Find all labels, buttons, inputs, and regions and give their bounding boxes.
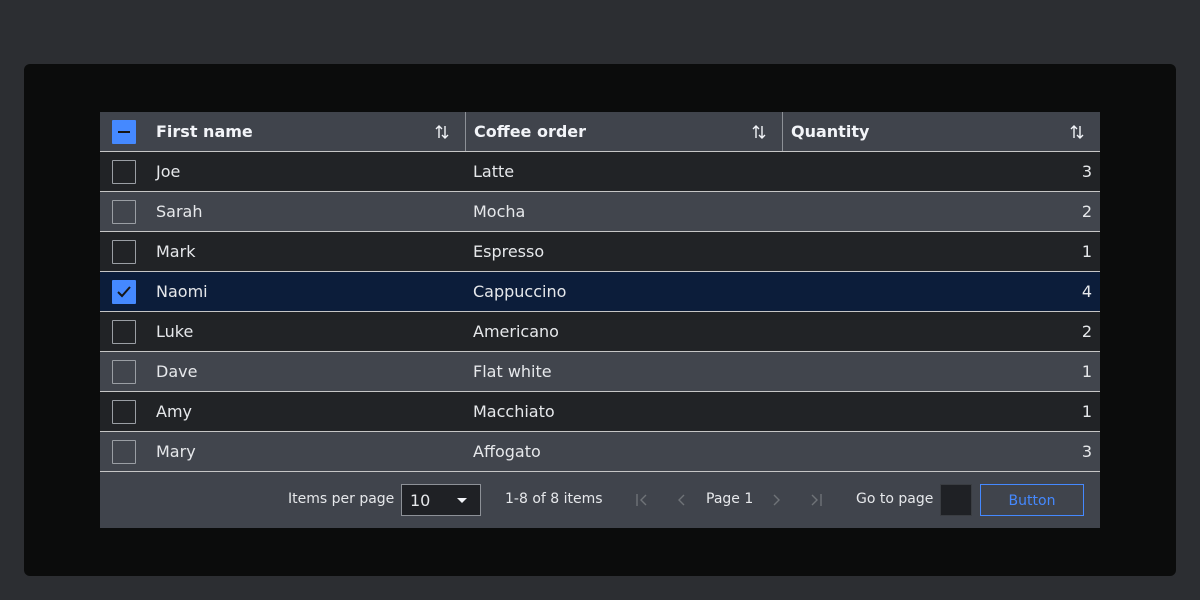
last-page-icon[interactable] <box>809 492 823 508</box>
cell-quantity: 3 <box>1081 162 1092 181</box>
cell-first-name: Mary <box>156 442 196 461</box>
table-row-selected[interactable]: Naomi Cappuccino 4 <box>100 272 1100 312</box>
go-to-page-label: Go to page <box>856 491 934 507</box>
table-row[interactable]: Mary Affogato 3 <box>100 432 1100 472</box>
table-row[interactable]: Sarah Mocha 2 <box>100 192 1100 232</box>
row-checkbox[interactable] <box>112 360 136 384</box>
column-header-label: Quantity <box>791 122 870 141</box>
cell-quantity: 1 <box>1081 402 1092 421</box>
row-checkbox[interactable] <box>112 240 136 264</box>
row-checkbox[interactable] <box>112 320 136 344</box>
column-header-coffee-order[interactable]: Coffee order <box>465 112 782 151</box>
table-header: First name Coffee order Quantity <box>100 112 1100 152</box>
sort-arrows-icon[interactable] <box>435 124 449 140</box>
table-row[interactable]: Amy Macchiato 1 <box>100 392 1100 432</box>
cell-coffee-order: Affogato <box>473 442 541 461</box>
items-per-page-value: 10 <box>410 491 431 510</box>
cell-coffee-order: Mocha <box>473 202 526 221</box>
column-header-label: First name <box>156 122 253 141</box>
items-per-page-select[interactable]: 10 <box>401 484 481 516</box>
column-header-label: Coffee order <box>474 122 587 141</box>
cell-first-name: Luke <box>156 322 194 341</box>
go-to-page-input[interactable] <box>940 484 972 516</box>
row-checkbox-checked[interactable] <box>112 280 136 304</box>
cell-coffee-order: Macchiato <box>473 402 555 421</box>
previous-page-icon[interactable] <box>675 492 689 508</box>
cell-quantity: 3 <box>1081 442 1092 461</box>
row-checkbox[interactable] <box>112 200 136 224</box>
table-row[interactable]: Dave Flat white 1 <box>100 352 1100 392</box>
cell-coffee-order: Latte <box>473 162 515 181</box>
checkmark-icon <box>117 286 131 298</box>
go-button[interactable]: Button <box>980 484 1084 516</box>
cell-quantity: 4 <box>1081 282 1092 301</box>
row-checkbox[interactable] <box>112 400 136 424</box>
table-row[interactable]: Luke Americano 2 <box>100 312 1100 352</box>
cell-first-name: Mark <box>156 242 196 261</box>
sort-arrows-icon[interactable] <box>1070 124 1084 140</box>
first-page-icon[interactable] <box>635 492 649 508</box>
column-header-first-name[interactable]: First name <box>148 112 465 151</box>
cell-first-name: Naomi <box>156 282 208 301</box>
cell-coffee-order: Cappuccino <box>473 282 567 301</box>
sort-arrows-icon[interactable] <box>752 124 766 140</box>
current-page-label: Page 1 <box>706 491 754 507</box>
cell-first-name: Amy <box>156 402 192 421</box>
item-range-text: 1-8 of 8 items <box>505 491 603 507</box>
cell-quantity: 1 <box>1081 242 1092 261</box>
data-table: First name Coffee order Quantity Joe Lat… <box>100 112 1100 528</box>
next-page-icon[interactable] <box>769 492 783 508</box>
cell-quantity: 1 <box>1081 362 1092 381</box>
cell-first-name: Dave <box>156 362 198 381</box>
cell-first-name: Joe <box>156 162 181 181</box>
table-row[interactable]: Mark Espresso 1 <box>100 232 1100 272</box>
caret-down-icon <box>457 498 467 503</box>
cell-quantity: 2 <box>1081 202 1092 221</box>
items-per-page-label: Items per page <box>288 491 395 507</box>
row-checkbox[interactable] <box>112 440 136 464</box>
table-row[interactable]: Joe Latte 3 <box>100 152 1100 192</box>
pagination-bar: Items per page 10 1-8 of 8 items Page 1 … <box>100 472 1100 528</box>
cell-coffee-order: Espresso <box>473 242 545 261</box>
cell-quantity: 2 <box>1081 322 1092 341</box>
minus-icon <box>118 131 130 133</box>
cell-coffee-order: Flat white <box>473 362 552 381</box>
select-all-checkbox[interactable] <box>112 120 136 144</box>
column-header-quantity[interactable]: Quantity <box>782 112 1100 151</box>
cell-coffee-order: Americano <box>473 322 559 341</box>
row-checkbox[interactable] <box>112 160 136 184</box>
cell-first-name: Sarah <box>156 202 203 221</box>
